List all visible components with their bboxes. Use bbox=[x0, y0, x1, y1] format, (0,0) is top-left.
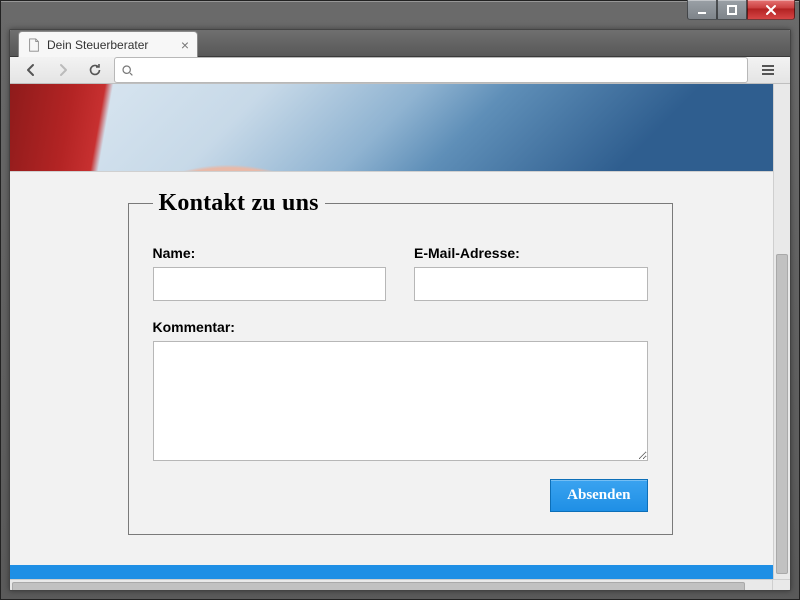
email-field-group: E-Mail-Adresse: bbox=[414, 245, 648, 301]
fieldset-legend: Kontakt zu uns bbox=[153, 190, 325, 217]
email-input[interactable] bbox=[414, 267, 648, 301]
comment-field-group: Kommentar: bbox=[153, 319, 648, 461]
submit-button[interactable]: Absenden bbox=[550, 479, 647, 512]
comment-label: Kommentar: bbox=[153, 319, 648, 335]
contact-fieldset: Kontakt zu uns Name: E-Mail-Adresse: bbox=[128, 190, 673, 535]
search-icon bbox=[121, 64, 134, 77]
maximize-icon bbox=[727, 5, 737, 15]
forward-button[interactable] bbox=[50, 57, 76, 83]
name-field-group: Name: bbox=[153, 245, 387, 301]
window-close-button[interactable] bbox=[747, 0, 795, 20]
name-label: Name: bbox=[153, 245, 387, 261]
page-viewport: Kontakt zu uns Name: E-Mail-Adresse: bbox=[10, 84, 773, 579]
window-buttons bbox=[687, 0, 795, 20]
form-actions: Absenden bbox=[153, 479, 648, 512]
hamburger-icon bbox=[760, 62, 776, 78]
back-button[interactable] bbox=[18, 57, 44, 83]
vertical-scroll-thumb[interactable] bbox=[776, 254, 788, 574]
reload-icon bbox=[87, 62, 103, 78]
tab-strip: Dein Steuerberater × bbox=[10, 30, 790, 57]
tab-title: Dein Steuerberater bbox=[47, 38, 148, 52]
window-titlebar bbox=[1, 1, 799, 29]
file-icon bbox=[27, 38, 41, 52]
email-label: E-Mail-Adresse: bbox=[414, 245, 648, 261]
content-area: Kontakt zu uns Name: E-Mail-Adresse: bbox=[10, 172, 773, 565]
comment-textarea[interactable] bbox=[153, 341, 648, 461]
arrow-right-icon bbox=[55, 62, 71, 78]
minimize-icon bbox=[697, 5, 707, 15]
browser-menu-button[interactable] bbox=[754, 57, 782, 83]
name-input[interactable] bbox=[153, 267, 387, 301]
viewport-wrap: Kontakt zu uns Name: E-Mail-Adresse: bbox=[10, 84, 790, 591]
window-minimize-button[interactable] bbox=[687, 0, 717, 20]
close-icon bbox=[765, 4, 777, 16]
browser-toolbar bbox=[10, 57, 790, 84]
horizontal-scrollbar[interactable] bbox=[10, 579, 790, 591]
tab-close-button[interactable]: × bbox=[181, 38, 189, 52]
hero-image bbox=[10, 84, 773, 172]
os-window: Dein Steuerberater × bbox=[0, 0, 800, 600]
horizontal-scroll-thumb[interactable] bbox=[12, 582, 745, 591]
address-bar[interactable] bbox=[114, 57, 748, 83]
footer-bar bbox=[10, 565, 773, 579]
window-maximize-button[interactable] bbox=[717, 0, 747, 20]
arrow-left-icon bbox=[23, 62, 39, 78]
vertical-scrollbar[interactable] bbox=[773, 84, 790, 579]
page: Kontakt zu uns Name: E-Mail-Adresse: bbox=[10, 84, 773, 579]
browser-tab[interactable]: Dein Steuerberater × bbox=[18, 31, 198, 57]
reload-button[interactable] bbox=[82, 57, 108, 83]
browser-shell: Dein Steuerberater × bbox=[9, 29, 791, 591]
address-input[interactable] bbox=[140, 63, 741, 78]
